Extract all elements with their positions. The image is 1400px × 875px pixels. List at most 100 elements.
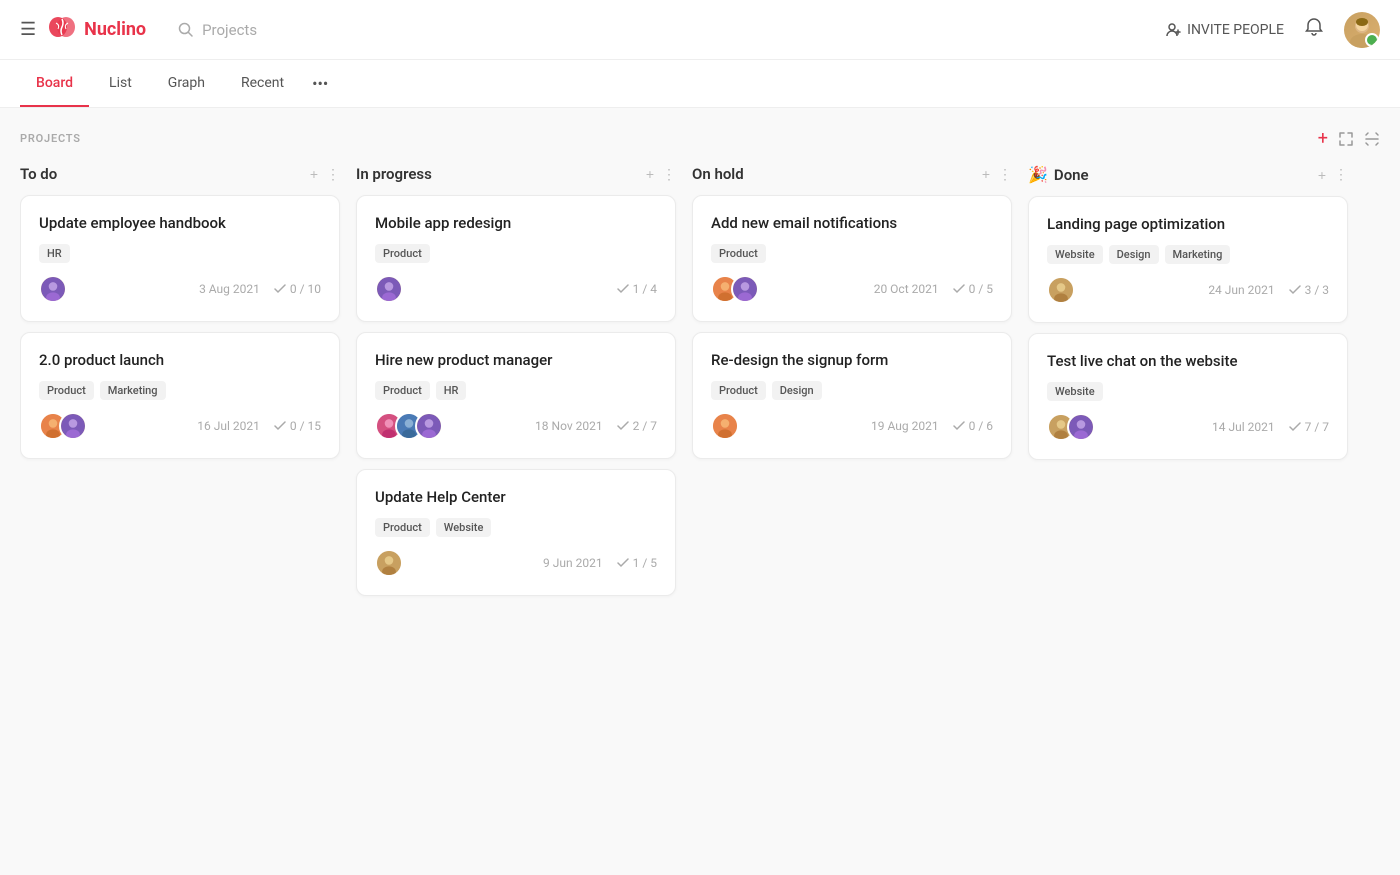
column-header-inprogress: In progress + ⋮ xyxy=(356,165,676,183)
board-content: PROJECTS + To do xyxy=(0,108,1400,626)
avatar xyxy=(39,275,67,303)
header-right: INVITE PEOPLE xyxy=(1165,12,1380,48)
card-help-center[interactable]: Update Help Center Product Website xyxy=(356,469,676,596)
tab-graph[interactable]: Graph xyxy=(152,61,221,107)
header: ☰ Nuclino Projects xyxy=(0,0,1400,60)
user-avatar[interactable] xyxy=(1344,12,1380,48)
card-tags: Website xyxy=(1047,382,1329,401)
card-product-launch[interactable]: 2.0 product launch Product Marketing xyxy=(20,332,340,459)
logo-brain-icon xyxy=(48,15,76,45)
card-hire-pm[interactable]: Hire new product manager Product HR xyxy=(356,332,676,459)
avatar xyxy=(731,275,759,303)
column-actions-todo: + ⋮ xyxy=(310,166,340,183)
card-title: Mobile app redesign xyxy=(375,214,657,232)
card-tasks: 0 / 15 xyxy=(274,419,321,433)
avatar xyxy=(1067,413,1095,441)
tag-website: Website xyxy=(1047,245,1103,264)
card-signup-form[interactable]: Re-design the signup form Product Design xyxy=(692,332,1012,459)
column-add-done[interactable]: + xyxy=(1318,167,1326,183)
column-menu-todo[interactable]: ⋮ xyxy=(326,166,340,183)
collapse-button[interactable] xyxy=(1364,131,1380,147)
card-landing-page[interactable]: Landing page optimization Website Design… xyxy=(1028,196,1348,323)
card-date: 20 Oct 2021 xyxy=(874,282,939,296)
card-date: 18 Nov 2021 xyxy=(535,419,603,433)
header-left: ☰ Nuclino Projects xyxy=(20,15,1165,45)
tag-website: Website xyxy=(436,518,492,537)
tab-recent[interactable]: Recent xyxy=(225,61,300,107)
projects-label: PROJECTS xyxy=(20,132,81,145)
column-add-todo[interactable]: + xyxy=(310,166,318,182)
card-title: Update employee handbook xyxy=(39,214,321,232)
tag-product: Product xyxy=(711,244,766,263)
tag-website: Website xyxy=(1047,382,1103,401)
card-tasks: 0 / 5 xyxy=(953,282,993,296)
card-email-notif[interactable]: Add new email notifications Product xyxy=(692,195,1012,322)
card-tasks: 2 / 7 xyxy=(617,419,657,433)
card-footer: 19 Aug 2021 0 / 6 xyxy=(711,412,993,440)
menu-icon[interactable]: ☰ xyxy=(20,19,36,40)
card-meta: 14 Jul 2021 7 / 7 xyxy=(1212,420,1329,434)
check-icon xyxy=(953,420,965,432)
avatar xyxy=(375,275,403,303)
card-live-chat[interactable]: Test live chat on the website Website xyxy=(1028,333,1348,460)
card-footer: 18 Nov 2021 2 / 7 xyxy=(375,412,657,440)
search-bar[interactable]: Projects xyxy=(178,21,257,39)
check-icon xyxy=(274,283,286,295)
card-meta: 19 Aug 2021 0 / 6 xyxy=(871,419,993,433)
card-meta: 18 Nov 2021 2 / 7 xyxy=(535,419,657,433)
card-title: Landing page optimization xyxy=(1047,215,1329,233)
invite-label: INVITE PEOPLE xyxy=(1187,22,1284,38)
invite-people-button[interactable]: INVITE PEOPLE xyxy=(1165,22,1284,38)
add-person-icon xyxy=(1165,22,1181,38)
expand-button[interactable] xyxy=(1338,131,1354,147)
column-done: 🎉 Done + ⋮ Landing page optimization Web… xyxy=(1028,165,1348,606)
card-tasks: 0 / 6 xyxy=(953,419,993,433)
avatar xyxy=(1047,276,1075,304)
card-tags: Product xyxy=(375,244,657,263)
tab-more-button[interactable]: ••• xyxy=(304,60,336,107)
card-date: 19 Aug 2021 xyxy=(871,419,939,433)
card-avatars xyxy=(1047,276,1075,304)
column-menu-done[interactable]: ⋮ xyxy=(1334,166,1348,183)
logo: Nuclino xyxy=(48,15,146,45)
column-title-onhold: On hold xyxy=(692,165,982,183)
card-footer: 14 Jul 2021 7 / 7 xyxy=(1047,413,1329,441)
card-title: Re-design the signup form xyxy=(711,351,993,369)
card-avatars xyxy=(39,275,67,303)
card-update-employee[interactable]: Update employee handbook HR xyxy=(20,195,340,322)
card-footer: 24 Jun 2021 3 / 3 xyxy=(1047,276,1329,304)
add-project-button[interactable]: + xyxy=(1318,128,1328,149)
card-date: 24 Jun 2021 xyxy=(1208,283,1274,297)
card-tags: Product xyxy=(711,244,993,263)
column-onhold: On hold + ⋮ Add new email notifications … xyxy=(692,165,1012,606)
card-mobile-redesign[interactable]: Mobile app redesign Product xyxy=(356,195,676,322)
card-tags: HR xyxy=(39,244,321,263)
tab-board[interactable]: Board xyxy=(20,61,89,107)
tab-list[interactable]: List xyxy=(93,61,148,107)
tag-design: Design xyxy=(1109,245,1159,264)
card-tasks: 1 / 4 xyxy=(617,282,657,296)
card-avatars xyxy=(375,275,403,303)
check-icon xyxy=(617,557,629,569)
column-add-onhold[interactable]: + xyxy=(982,166,990,182)
column-actions-done: + ⋮ xyxy=(1318,166,1348,183)
card-title: Update Help Center xyxy=(375,488,657,506)
tag-product: Product xyxy=(375,381,430,400)
view-tabs: Board List Graph Recent ••• xyxy=(0,60,1400,108)
card-footer: 9 Jun 2021 1 / 5 xyxy=(375,549,657,577)
column-menu-onhold[interactable]: ⋮ xyxy=(998,166,1012,183)
projects-header: PROJECTS + xyxy=(20,128,1380,149)
card-tasks: 7 / 7 xyxy=(1289,420,1329,434)
column-add-inprogress[interactable]: + xyxy=(646,166,654,182)
avatar xyxy=(59,412,87,440)
notification-icon[interactable] xyxy=(1304,17,1324,42)
column-actions-onhold: + ⋮ xyxy=(982,166,1012,183)
card-avatars xyxy=(39,412,87,440)
card-tasks: 1 / 5 xyxy=(617,556,657,570)
check-icon xyxy=(1289,284,1301,296)
card-meta: 20 Oct 2021 0 / 5 xyxy=(874,282,993,296)
avatar xyxy=(375,549,403,577)
card-meta: 3 Aug 2021 0 / 10 xyxy=(199,282,321,296)
check-icon xyxy=(953,283,965,295)
column-menu-inprogress[interactable]: ⋮ xyxy=(662,166,676,183)
